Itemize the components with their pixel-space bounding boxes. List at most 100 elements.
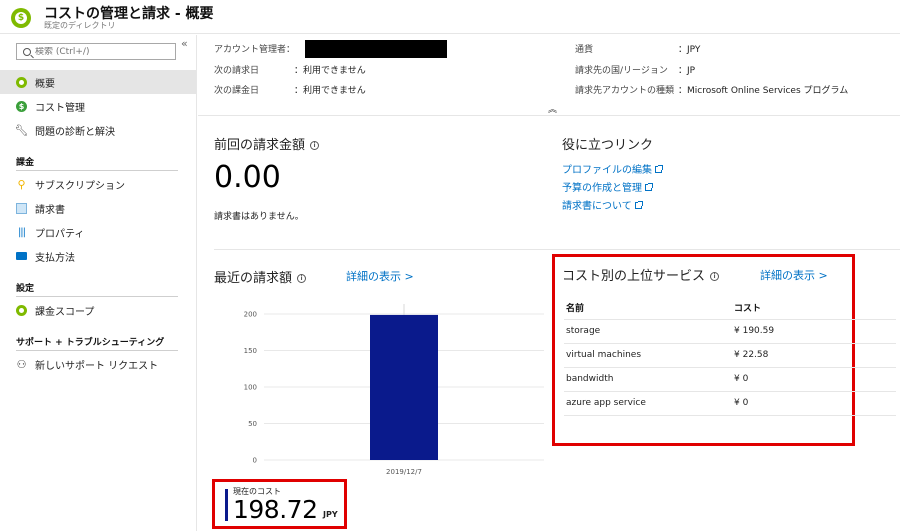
y-tick-label: 200 xyxy=(244,311,257,319)
currency-value: ：JPY xyxy=(678,45,701,55)
search-box[interactable] xyxy=(16,43,176,60)
recent-bills-chart: 0 50 100 150 200 2019/12/7 xyxy=(244,304,544,476)
top-services-title: コスト別の上位サービス xyxy=(562,269,706,284)
recent-bills-title: 最近の請求額 xyxy=(214,271,293,286)
region-label: 請求先の国/リージョン xyxy=(575,66,668,76)
sidebar-item-invoices[interactable]: 請求書 xyxy=(0,196,196,220)
top-services-section-title: コスト別の上位サービス i xyxy=(562,265,720,284)
account-type-label: 請求先アカウントの種類 xyxy=(575,86,675,96)
previous-bill-note: 請求書はありません。 xyxy=(214,212,304,222)
link-label: 予算の作成と管理 xyxy=(562,183,642,194)
sidebar-item-subscriptions[interactable]: ⚲ サブスクリプション xyxy=(0,172,196,196)
properties-icon: ||| xyxy=(17,226,26,238)
page-subtitle: 既定のディレクトリ xyxy=(44,21,116,30)
service-name: storage xyxy=(564,318,734,343)
next-bill-value: ：利用できません xyxy=(294,66,366,76)
service-name: bandwidth xyxy=(564,366,734,391)
top-services-details-link[interactable]: 詳細の表示 > xyxy=(760,267,828,283)
edit-profile-link[interactable]: プロファイルの編集 xyxy=(562,161,663,176)
service-cost: ¥ 22.58 xyxy=(734,342,896,367)
table-row: storage ¥ 190.59 xyxy=(564,318,896,343)
sidebar-item-payment-methods[interactable]: 支払方法 xyxy=(0,244,196,268)
dollar-icon: $ xyxy=(16,100,27,112)
external-link-icon xyxy=(634,201,643,209)
page-header: $ コストの管理と請求 - 概要 既定のディレクトリ xyxy=(0,0,900,34)
sidebar-item-label: プロパティ xyxy=(35,228,85,240)
previous-bill-amount: 0.00 xyxy=(214,160,281,195)
column-header-cost: コスト xyxy=(734,304,762,315)
bar xyxy=(370,314,438,460)
sidebar-item-label: 課金スコープ xyxy=(35,306,95,318)
useful-links-title: 役に立つリンク xyxy=(562,138,654,153)
section-divider xyxy=(16,170,178,171)
y-tick-label: 50 xyxy=(248,420,257,428)
info-icon[interactable]: i xyxy=(297,274,307,283)
overview-icon xyxy=(16,76,27,88)
account-admin-label: アカウント管理者： xyxy=(214,45,296,55)
sidebar-item-label: 概要 xyxy=(35,78,55,90)
info-icon[interactable]: i xyxy=(310,141,320,150)
section-heading-billing: 課金 xyxy=(16,158,35,168)
sidebar-item-billing-scope[interactable]: 課金スコープ xyxy=(0,298,196,322)
currency-label: 通貨 xyxy=(575,45,594,55)
support-person-icon: ⚇ xyxy=(16,357,27,371)
sidebar-item-label: 新しいサポート リクエスト xyxy=(35,360,159,372)
sidebar-item-diagnose[interactable]: 🔧︎ 問題の診断と解決 xyxy=(0,118,196,142)
current-cost-unit: JPY xyxy=(323,510,338,519)
y-tick-label: 100 xyxy=(244,384,257,392)
current-cost-color-bar xyxy=(225,489,228,521)
recent-bills-section-title: 最近の請求額 i xyxy=(214,267,307,286)
section-heading-settings: 設定 xyxy=(16,284,35,294)
sidebar-item-properties[interactable]: ||| プロパティ xyxy=(0,220,196,244)
recent-bills-details-link[interactable]: 詳細の表示 > xyxy=(346,268,414,284)
service-cost: ¥ 0 xyxy=(734,366,896,391)
section-heading-support: サポート + トラブルシューティング xyxy=(16,338,165,348)
collapse-sidebar-icon[interactable]: « xyxy=(181,37,188,50)
main-content: アカウント管理者： 次の請求日 ：利用できません 次の課金日 ：利用できません … xyxy=(198,35,900,531)
sidebar-item-new-support-request[interactable]: ⚇ 新しいサポート リクエスト xyxy=(0,352,196,376)
next-charge-label: 次の課金日 xyxy=(214,86,260,96)
y-tick-label: 0 xyxy=(253,457,257,465)
key-icon: ⚲ xyxy=(17,177,26,191)
section-divider xyxy=(214,249,900,250)
current-cost-value: 198.72 xyxy=(233,495,318,524)
x-tick-label: 2019/12/7 xyxy=(386,468,422,476)
sidebar-item-label: コスト管理 xyxy=(35,102,85,114)
link-label: 請求書について xyxy=(562,201,632,212)
essentials-divider xyxy=(198,115,900,116)
about-invoices-link[interactable]: 請求書について xyxy=(562,197,643,212)
search-icon xyxy=(23,47,31,56)
previous-bill-title: 前回の請求金額 xyxy=(214,138,306,153)
service-name: virtual machines xyxy=(564,342,734,367)
service-cost: ¥ 190.59 xyxy=(734,318,896,343)
service-cost: ¥ 0 xyxy=(734,390,896,416)
cost-management-logo-icon: $ xyxy=(11,8,31,28)
top-services-table: 名前 コスト storage ¥ 190.59 virtual machines… xyxy=(564,297,896,416)
external-link-icon xyxy=(655,165,663,173)
sidebar: « 概要 $ コスト管理 🔧︎ 問題の診断と解決 課金 ⚲ サブスクリプション … xyxy=(0,35,197,531)
table-row: bandwidth ¥ 0 xyxy=(564,366,896,391)
scope-icon xyxy=(16,304,27,316)
service-name: azure app service xyxy=(564,390,734,416)
collapse-essentials-chevron-icon[interactable]: ︽ xyxy=(548,102,557,115)
redacted-account-admin xyxy=(305,40,447,58)
sidebar-item-label: 問題の診断と解決 xyxy=(35,126,115,138)
table-header-row: 名前 コスト xyxy=(564,297,896,319)
sidebar-item-overview[interactable]: 概要 xyxy=(0,70,196,94)
section-divider xyxy=(16,296,178,297)
external-link-icon xyxy=(645,183,653,191)
sidebar-item-label: サブスクリプション xyxy=(35,180,125,192)
table-row: azure app service ¥ 0 xyxy=(564,390,896,416)
budgets-link[interactable]: 予算の作成と管理 xyxy=(562,179,653,194)
current-cost-highlight: 現在のコスト 198.72 JPY xyxy=(212,479,347,529)
document-icon xyxy=(16,202,27,214)
column-header-name: 名前 xyxy=(566,304,585,315)
credit-card-icon xyxy=(16,252,27,260)
sidebar-item-cost-management[interactable]: $ コスト管理 xyxy=(0,94,196,118)
wrench-icon: 🔧︎ xyxy=(14,123,29,137)
info-icon[interactable]: i xyxy=(710,272,720,281)
link-label: プロファイルの編集 xyxy=(562,165,652,176)
search-input[interactable] xyxy=(35,46,165,57)
next-charge-value: ：利用できません xyxy=(294,86,366,96)
next-bill-label: 次の請求日 xyxy=(214,66,260,76)
